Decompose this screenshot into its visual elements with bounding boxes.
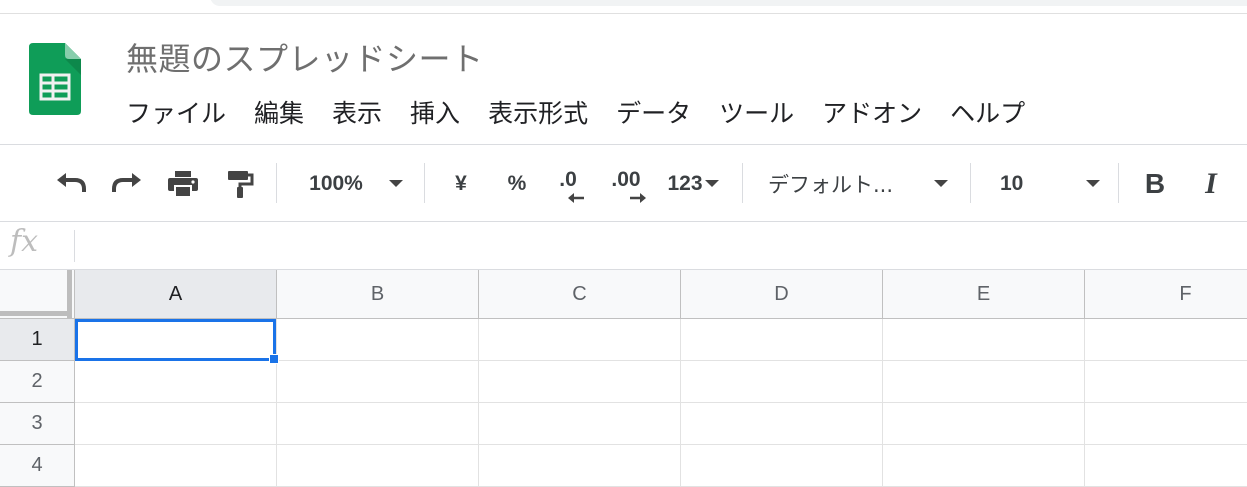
cell-b3[interactable] <box>277 403 479 445</box>
spreadsheet-grid: A B C D E F 1 2 3 4 <box>0 270 1247 487</box>
cell-d4[interactable] <box>681 445 883 487</box>
menu-insert[interactable]: 挿入 <box>396 96 474 132</box>
cell-f1[interactable] <box>1085 319 1247 361</box>
font-size-select[interactable]: 10 <box>1000 146 1106 221</box>
font-size-value: 10 <box>1000 171 1024 195</box>
menu-file[interactable]: ファイル <box>112 96 240 132</box>
cell-a2[interactable] <box>75 361 277 403</box>
column-header-a[interactable]: A <box>75 270 277 319</box>
top-divider <box>0 13 1247 14</box>
decrease-decimal-button[interactable]: .0 <box>550 146 586 221</box>
zoom-select[interactable]: 100% <box>300 146 412 221</box>
formula-input[interactable] <box>82 228 1236 264</box>
bold-icon: B <box>1144 167 1166 199</box>
cell-d3[interactable] <box>681 403 883 445</box>
cell-f2[interactable] <box>1085 361 1247 403</box>
column-header-c[interactable]: C <box>479 270 681 319</box>
cell-b1[interactable] <box>277 319 479 361</box>
chevron-down-icon <box>388 180 403 187</box>
cell-c4[interactable] <box>479 445 681 487</box>
menu-edit[interactable]: 編集 <box>240 96 318 132</box>
cell-d1[interactable] <box>681 319 883 361</box>
menu-tools[interactable]: ツール <box>705 96 808 132</box>
currency-format-button[interactable]: ¥ <box>446 146 476 221</box>
row-header-4[interactable]: 4 <box>0 445 75 487</box>
cell-e2[interactable] <box>883 361 1085 403</box>
toolbar-separator <box>970 163 971 203</box>
toolbar-separator <box>1118 163 1119 203</box>
menu-view[interactable]: 表示 <box>318 96 396 132</box>
toolbar-separator <box>276 163 277 203</box>
menu-format[interactable]: 表示形式 <box>474 96 602 132</box>
font-family-select[interactable]: デフォルト... <box>768 146 958 221</box>
cell-d2[interactable] <box>681 361 883 403</box>
cell-f4[interactable] <box>1085 445 1247 487</box>
percent-label: % <box>507 171 527 195</box>
zoom-value: 100% <box>309 171 363 195</box>
redo-button[interactable] <box>108 146 146 221</box>
freeze-row-handle[interactable] <box>0 311 68 316</box>
toolbar-separator <box>742 163 743 203</box>
row-header-1[interactable]: 1 <box>0 319 75 361</box>
cell-e1[interactable] <box>883 319 1085 361</box>
row-header-2[interactable]: 2 <box>0 361 75 403</box>
menu-bar: ファイル 編集 表示 挿入 表示形式 データ ツール アドオン ヘルプ <box>112 96 1039 132</box>
column-header-f[interactable]: F <box>1085 270 1247 319</box>
italic-icon: I <box>1205 166 1217 200</box>
header-divider <box>0 144 1247 145</box>
fill-handle[interactable] <box>269 354 279 364</box>
paint-format-button[interactable] <box>222 146 258 221</box>
cell-c3[interactable] <box>479 403 681 445</box>
toolbar-separator <box>424 163 425 203</box>
undo-icon <box>57 172 86 192</box>
arrow-right-icon <box>630 193 646 203</box>
formula-bar: fx <box>0 222 1247 269</box>
select-all-corner[interactable] <box>0 270 75 319</box>
row-header-3[interactable]: 3 <box>0 403 75 445</box>
arrow-left-icon <box>568 193 584 203</box>
undo-button[interactable] <box>52 146 90 221</box>
cell-a4[interactable] <box>75 445 277 487</box>
cell-e3[interactable] <box>883 403 1085 445</box>
formula-bar-separator <box>74 230 75 262</box>
column-header-d[interactable]: D <box>681 270 883 319</box>
cell-c1[interactable] <box>479 319 681 361</box>
chevron-down-icon <box>934 180 948 187</box>
bold-button[interactable]: B <box>1138 146 1172 221</box>
italic-button[interactable]: I <box>1194 146 1228 221</box>
redo-icon <box>112 172 141 192</box>
column-header-b[interactable]: B <box>277 270 479 319</box>
font-family-value: デフォルト... <box>768 172 894 197</box>
chevron-down-icon <box>704 180 719 187</box>
increase-decimal-button[interactable]: .00 <box>604 146 648 221</box>
cell-f3[interactable] <box>1085 403 1247 445</box>
column-header-e[interactable]: E <box>883 270 1085 319</box>
percent-format-button[interactable]: % <box>502 146 532 221</box>
print-button[interactable] <box>164 146 202 221</box>
cell-c2[interactable] <box>479 361 681 403</box>
fx-icon: fx <box>10 224 39 259</box>
more-formats-button[interactable]: 123 <box>660 146 726 221</box>
toolbar: 100% ¥ % .0 .00 123 デフォルト... 10 B I <box>0 146 1247 221</box>
cell-b4[interactable] <box>277 445 479 487</box>
increase-decimal-label: .00 <box>611 167 641 191</box>
decrease-decimal-label: .0 <box>559 167 577 191</box>
print-icon <box>168 170 198 198</box>
menu-help[interactable]: ヘルプ <box>936 96 1039 132</box>
browser-top-strip <box>0 0 1247 14</box>
chevron-down-icon <box>1086 180 1100 187</box>
cell-a1[interactable] <box>75 319 277 361</box>
cell-b2[interactable] <box>277 361 479 403</box>
paint-format-icon <box>228 170 254 198</box>
menu-data[interactable]: データ <box>602 96 705 132</box>
address-bar-edge <box>210 0 1247 6</box>
cell-a3[interactable] <box>75 403 277 445</box>
currency-label: ¥ <box>455 171 467 195</box>
cell-e4[interactable] <box>883 445 1085 487</box>
more-formats-label: 123 <box>667 171 703 195</box>
document-title[interactable]: 無題のスプレッドシート <box>126 34 484 80</box>
sheets-logo-icon[interactable] <box>29 43 81 115</box>
menu-addons[interactable]: アドオン <box>808 96 936 132</box>
